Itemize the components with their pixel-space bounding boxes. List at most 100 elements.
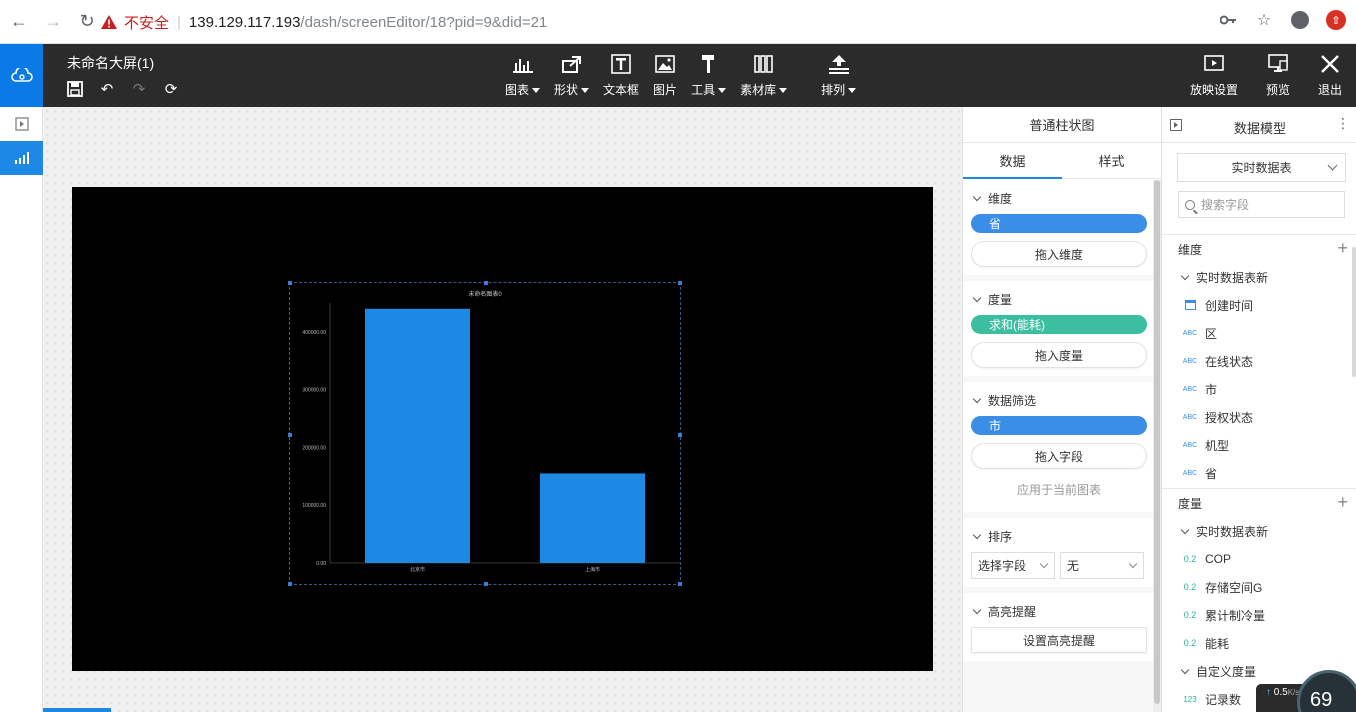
field-item[interactable]: 创建时间 [1162, 291, 1356, 319]
preview-button[interactable]: 预览 [1266, 52, 1290, 98]
chevron-down-icon[interactable] [972, 530, 982, 539]
chart-panel-icon[interactable] [0, 141, 43, 175]
highlight-button[interactable]: 设置高亮提醒 [971, 627, 1147, 653]
tab-style[interactable]: 样式 [1062, 143, 1161, 178]
browser-toolbar: ← → ↻ 不安全 | 139.129.117.193/dash/screenE… [0, 0, 1356, 44]
table-select[interactable]: 实时数据表 [1177, 153, 1346, 182]
dimension-drop-zone[interactable]: 拖入维度 [971, 241, 1147, 267]
caret-down-icon [532, 88, 541, 94]
save-icon[interactable] [66, 80, 84, 98]
preview-icon [1268, 52, 1288, 76]
toolbar-library-button[interactable]: 素材库 [740, 52, 788, 98]
key-icon[interactable] [1216, 8, 1240, 32]
bar-chart-icon [512, 52, 533, 76]
layer-panel-icon[interactable] [0, 107, 43, 141]
text-type-icon: ABC [1182, 469, 1198, 477]
filter-pill[interactable]: 市 [971, 416, 1147, 435]
play-icon [1204, 52, 1224, 76]
field-item[interactable]: 0.2 累计制冷量 [1162, 601, 1356, 629]
apply-to-chart-link[interactable]: 应用于当前图表 [971, 481, 1147, 498]
screen-canvas[interactable]: 未命名图表0 0.00 100000.00 200000.00 300000.00 40… [72, 187, 933, 671]
toolbar-hammer-button[interactable]: 工具 [691, 52, 727, 98]
filter-section: 数据筛选 市 拖入字段 应用于当前图表 [963, 382, 1155, 512]
chevron-down-icon[interactable] [972, 394, 982, 403]
sort-section: 排序 选择字段 无 [963, 518, 1155, 587]
address-bar[interactable]: 不安全 | 139.129.117.193/dash/screenEditor/… [100, 7, 1280, 37]
measure-pill[interactable]: 求和(能耗) [971, 315, 1147, 334]
field-search-input[interactable]: 搜索字段 [1178, 191, 1345, 218]
sort-order-select[interactable]: 无 [1060, 552, 1144, 579]
back-icon[interactable]: ← [4, 7, 34, 37]
field-item[interactable]: ABC 市 [1162, 375, 1356, 403]
y-tick-label: 200000.00 [302, 445, 326, 451]
update-icon[interactable]: ⇧ [1324, 8, 1348, 32]
integer-type-icon: 123 [1183, 694, 1197, 704]
chevron-down-icon [1327, 160, 1338, 171]
reload-icon[interactable]: ↻ [72, 7, 102, 37]
chevron-down-icon[interactable] [972, 293, 982, 302]
search-icon [1185, 199, 1195, 210]
field-item[interactable]: ABC 机型 [1162, 431, 1356, 459]
horizontal-scrollbar[interactable] [43, 708, 111, 712]
document-title: 未命名大屏(1) [67, 55, 155, 71]
dimension-field-group: 维度 + 实时数据表新 创建时间 ABC 区 ABC 在线状态 ABC 市 ABC 授权状态 ABC… [1162, 234, 1356, 484]
decimal-type-icon: 0.2 [1183, 638, 1197, 648]
field-item[interactable]: 0.2 COP [1162, 545, 1356, 573]
chart-type-title: 普通柱状图 [963, 107, 1161, 143]
canvas-area[interactable]: 未命名图表0 0.00 100000.00 200000.00 300000.00 40… [43, 107, 962, 712]
text-type-icon: ABC [1182, 357, 1198, 365]
y-tick-label: 100000.00 [302, 503, 326, 509]
play-button[interactable]: 放映设置 [1190, 52, 1238, 98]
upload-arrow-icon: ↑ [1266, 687, 1271, 698]
forward-icon[interactable]: → [38, 7, 68, 37]
field-item[interactable]: ABC 授权状态 [1162, 403, 1356, 431]
measure-drop-zone[interactable]: 拖入度量 [971, 342, 1147, 368]
toolbar-bar-chart-button[interactable]: 图表 [505, 52, 541, 98]
toolbar-arrange-button[interactable]: 排列 [821, 52, 857, 98]
url-host: 139.129.117.193 [188, 13, 301, 31]
text-type-icon: ABC [1182, 441, 1198, 449]
toolbar-share-button[interactable]: 形状 [554, 52, 590, 98]
hammer-icon [699, 52, 719, 76]
toolbar-text-box-button[interactable]: 文本框 [603, 52, 639, 98]
profile-icon[interactable] [1288, 8, 1312, 32]
filter-drop-zone[interactable]: 拖入字段 [971, 443, 1147, 469]
chart-widget[interactable]: 未命名图表0 0.00 100000.00 200000.00 300000.00 40… [288, 281, 682, 586]
field-item[interactable]: 0.2 存储空间G [1162, 573, 1356, 601]
dimension-pill[interactable]: 省 [971, 214, 1147, 233]
left-rail [0, 107, 43, 712]
refresh-icon[interactable]: ⟳ [162, 80, 180, 98]
app-header: 未命名大屏(1) ↶ ↷ ⟳ 图表 形状 文本框 图片 工具 素材库 排列 放映设置 预览 退出 [0, 44, 1356, 107]
close-button[interactable]: 退出 [1318, 52, 1342, 98]
add-dimension-icon[interactable]: + [1337, 238, 1348, 259]
measure-section: 度量 求和(能耗) 拖入度量 [963, 281, 1155, 376]
caret-down-icon [718, 88, 727, 94]
field-item[interactable]: ABC 省 [1162, 459, 1356, 484]
redo-icon[interactable]: ↷ [130, 80, 148, 98]
chevron-down-icon[interactable] [972, 192, 982, 201]
warning-icon [100, 14, 118, 30]
collapse-panel-icon[interactable] [1170, 119, 1182, 131]
add-measure-icon[interactable]: + [1337, 492, 1348, 513]
toolbar-image-button[interactable]: 图片 [653, 52, 677, 98]
field-item[interactable]: ABC 区 [1162, 319, 1356, 347]
model-scrollbar[interactable] [1352, 247, 1356, 377]
field-item[interactable]: 0.2 能耗 [1162, 629, 1356, 657]
dimension-table-node[interactable]: 实时数据表新 [1162, 263, 1356, 291]
more-icon[interactable]: ⋮ [1336, 115, 1350, 132]
bar[interactable] [365, 308, 470, 563]
tab-data[interactable]: 数据 [963, 143, 1062, 179]
insecure-label: 不安全 [124, 14, 170, 32]
app-logo-icon[interactable] [0, 44, 43, 107]
chevron-down-icon[interactable] [972, 605, 982, 614]
decimal-type-icon: 0.2 [1183, 582, 1197, 592]
undo-icon[interactable]: ↶ [98, 80, 116, 98]
decimal-type-icon: 0.2 [1183, 554, 1197, 564]
bar[interactable] [540, 473, 645, 563]
bookmark-star-icon[interactable]: ☆ [1252, 8, 1276, 32]
sort-field-select[interactable]: 选择字段 [971, 552, 1055, 579]
field-item[interactable]: ABC 在线状态 [1162, 347, 1356, 375]
caret-down-icon [848, 88, 857, 94]
measure-table-node[interactable]: 实时数据表新 [1162, 517, 1356, 545]
config-scrollbar[interactable] [1153, 180, 1161, 712]
